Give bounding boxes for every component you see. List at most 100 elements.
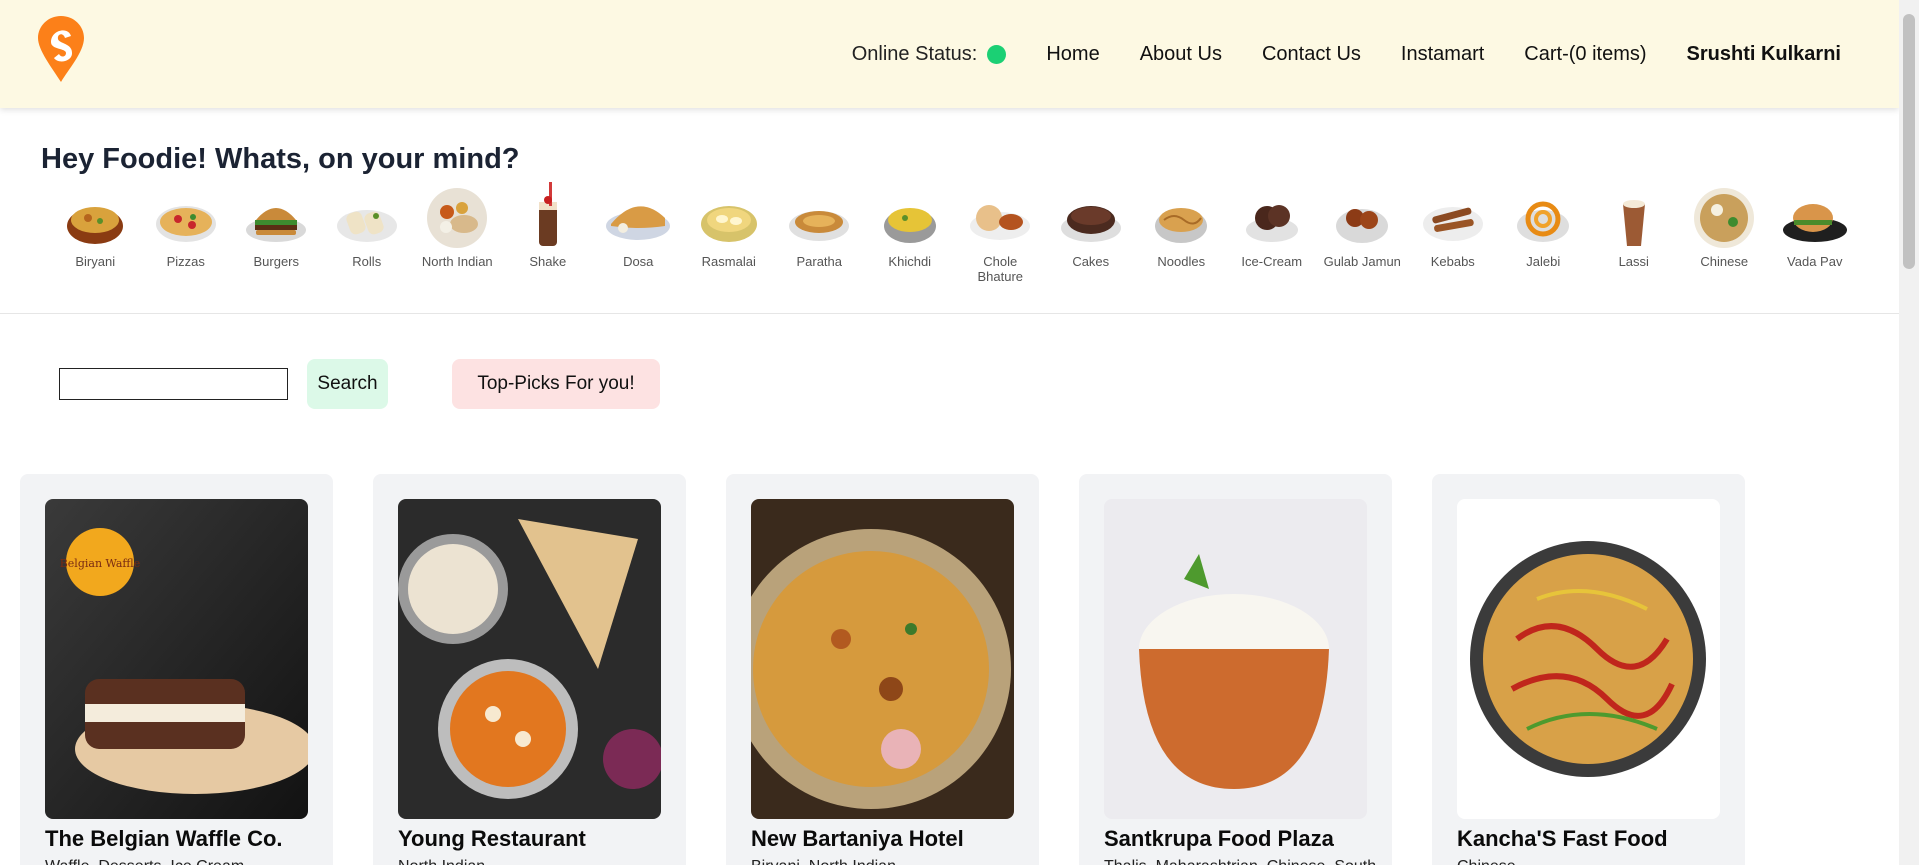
- category-item[interactable]: Chole Bhature: [955, 182, 1046, 284]
- kebab-icon: [1422, 207, 1483, 241]
- top-picks-button[interactable]: Top-Picks For you!: [452, 359, 660, 409]
- dosa-icon: [606, 206, 671, 240]
- restaurant-card[interactable]: Kancha'S Fast Food Chinese: [1432, 474, 1745, 865]
- nav-cart-link[interactable]: Cart-(0 items): [1524, 43, 1646, 66]
- category-label: Khichdi: [888, 254, 932, 269]
- nav-about-link[interactable]: About Us: [1140, 43, 1222, 66]
- category-item[interactable]: Paratha: [774, 182, 865, 284]
- waffle-image: Belgian Waffle: [45, 499, 308, 819]
- paratha-icon: [789, 211, 850, 241]
- restaurant-name: The Belgian Waffle Co.: [45, 826, 283, 851]
- restaurant-cuisine: Waffle, Desserts, Ice Cream: [45, 858, 308, 865]
- category-carousel: Biryani Pizzas Burgers Rolls North Indian Sha…: [50, 182, 1860, 284]
- north-indian-icon: [427, 188, 488, 248]
- restaurant-card[interactable]: Santkrupa Food Plaza Thalis, Maharashtria…: [1079, 474, 1392, 865]
- category-item[interactable]: Biryani: [50, 182, 141, 284]
- category-label: Vada Pav: [1787, 254, 1843, 269]
- restaurant-list: Belgian Waffle The Belgian Waffle Co. Waff…: [20, 474, 1745, 865]
- category-label: Jalebi: [1526, 254, 1561, 269]
- category-label: Gulab Jamun: [1323, 254, 1401, 269]
- category-label: Chole Bhature: [977, 254, 1024, 284]
- khichdi-icon: [883, 208, 936, 243]
- category-item[interactable]: Rasmalai: [684, 182, 775, 284]
- restaurant-card[interactable]: Belgian Waffle The Belgian Waffle Co. Waff…: [20, 474, 333, 865]
- category-item[interactable]: North Indian: [412, 182, 503, 284]
- mind-section-title: Hey Foodie! Whats, on your mind?: [41, 143, 520, 175]
- category-item[interactable]: Dosa: [593, 182, 684, 284]
- swiggy-logo-icon[interactable]: [38, 16, 84, 82]
- user-name-link[interactable]: Srushti Kulkarni: [1687, 43, 1841, 66]
- nav-contact-link[interactable]: Contact Us: [1262, 43, 1361, 66]
- category-item[interactable]: Vada Pav: [1770, 182, 1861, 284]
- category-item[interactable]: Gulab Jamun: [1317, 182, 1408, 284]
- top-header: Online Status: Home About Us Contact Us …: [0, 0, 1899, 108]
- online-status: Online Status:: [852, 43, 1007, 66]
- noodles-icon: [1155, 208, 1208, 243]
- category-item[interactable]: Ice-Cream: [1227, 182, 1318, 284]
- main-nav: Online Status: Home About Us Contact Us …: [852, 0, 1841, 108]
- category-label: Ice-Cream: [1241, 254, 1303, 269]
- category-item[interactable]: Kebabs: [1408, 182, 1499, 284]
- page-scrollbar[interactable]: [1899, 0, 1919, 865]
- rolls-icon: [336, 210, 397, 242]
- category-label: Burgers: [253, 254, 300, 269]
- search-input[interactable]: [59, 368, 288, 400]
- jalebi-icon: [1517, 201, 1570, 242]
- noodles-image: [1457, 499, 1720, 819]
- shake-icon: [538, 182, 557, 246]
- category-item[interactable]: Cakes: [1046, 182, 1137, 284]
- category-label: Dosa: [623, 254, 654, 269]
- gulab-jamun-icon: [1336, 209, 1389, 243]
- restaurant-cuisine: Chinese: [1457, 858, 1720, 865]
- rice-bowl-image: [1104, 499, 1367, 819]
- restaurant-name: Young Restaurant: [398, 826, 586, 851]
- chole-bhature-icon: [970, 205, 1031, 240]
- category-label: Chinese: [1700, 254, 1749, 269]
- nav-home-link[interactable]: Home: [1046, 43, 1099, 66]
- category-item[interactable]: Noodles: [1136, 182, 1227, 284]
- category-label: Kebabs: [1430, 254, 1475, 269]
- vada-pav-icon: [1782, 204, 1847, 242]
- category-label: Biryani: [75, 254, 116, 269]
- biryani-image: [751, 499, 1014, 819]
- category-label: Lassi: [1618, 254, 1649, 269]
- rasmalai-icon: [700, 206, 757, 242]
- online-status-label: Online Status:: [851, 42, 978, 65]
- restaurant-cuisine: Biryani, North Indian: [751, 858, 1014, 865]
- category-item[interactable]: Lassi: [1589, 182, 1680, 284]
- category-item[interactable]: Jalebi: [1498, 182, 1589, 284]
- category-label: Noodles: [1157, 254, 1206, 269]
- scrollbar-thumb[interactable]: [1903, 14, 1915, 269]
- search-button[interactable]: Search: [307, 359, 388, 409]
- category-label: Rolls: [352, 254, 382, 269]
- section-divider: [0, 313, 1899, 314]
- lassi-icon: [1622, 200, 1645, 246]
- restaurant-card[interactable]: New Bartaniya Hotel Biryani, North Indian: [726, 474, 1039, 865]
- restaurant-name: New Bartaniya Hotel: [751, 826, 964, 851]
- category-item[interactable]: Burgers: [231, 182, 322, 284]
- online-status-dot-icon: [987, 44, 1007, 64]
- category-item[interactable]: Pizzas: [141, 182, 232, 284]
- restaurant-name: Santkrupa Food Plaza: [1104, 826, 1334, 851]
- category-item[interactable]: Rolls: [322, 182, 413, 284]
- chinese-icon: [1694, 188, 1755, 248]
- category-label: Rasmalai: [701, 254, 756, 269]
- ice-cream-icon: [1245, 205, 1298, 242]
- category-item[interactable]: Chinese: [1679, 182, 1770, 284]
- category-label: Cakes: [1072, 254, 1110, 269]
- category-label: Paratha: [796, 254, 843, 269]
- restaurant-card[interactable]: Young Restaurant North Indian: [373, 474, 686, 865]
- burger-icon: [246, 208, 307, 242]
- category-item[interactable]: Shake: [503, 182, 594, 284]
- pizza-icon: [155, 206, 216, 242]
- category-label: Pizzas: [166, 254, 205, 269]
- nav-instamart-link[interactable]: Instamart: [1401, 43, 1484, 66]
- category-item[interactable]: Khichdi: [865, 182, 956, 284]
- biryani-icon: [67, 207, 124, 244]
- cake-icon: [1060, 206, 1121, 242]
- north-indian-thali-image: [398, 499, 661, 819]
- page: Online Status: Home About Us Contact Us …: [0, 0, 1919, 865]
- restaurant-cuisine: North Indian: [398, 858, 661, 865]
- category-label: Shake: [529, 254, 567, 269]
- restaurant-name: Kancha'S Fast Food: [1457, 826, 1668, 851]
